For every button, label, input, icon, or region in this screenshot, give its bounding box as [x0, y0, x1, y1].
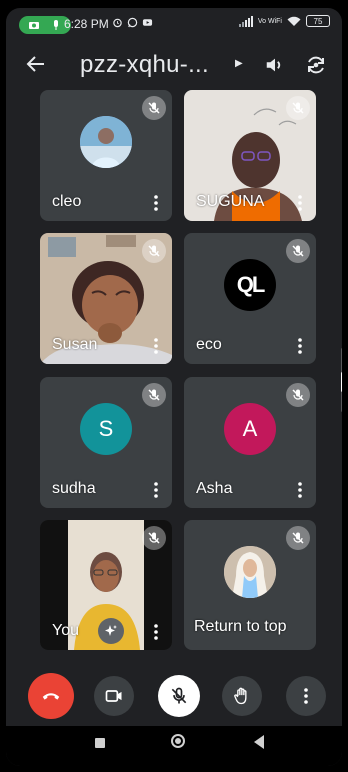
call-controls [6, 666, 342, 722]
raise-hand-button[interactable] [222, 676, 262, 716]
participant-tile[interactable]: Susan [40, 233, 172, 364]
more-vert-icon[interactable] [154, 338, 158, 354]
muted-mic-icon [142, 383, 166, 407]
participant-tile[interactable]: A Asha [184, 377, 316, 508]
avatar-letter: S [98, 416, 114, 441]
more-vert-icon[interactable] [298, 338, 302, 354]
home-icon[interactable] [171, 734, 185, 748]
battery-indicator: 75 [306, 15, 330, 27]
more-vert-icon[interactable] [154, 624, 158, 640]
participant-photo-avatar [80, 116, 132, 168]
participant-name: Susan [52, 336, 98, 353]
participant-letter-avatar: S [80, 403, 132, 455]
participant-letter-avatar: A [224, 403, 276, 455]
muted-mic-icon [142, 526, 166, 550]
participant-logo-avatar: QL [224, 259, 276, 311]
sparkle-icon [105, 625, 117, 636]
meeting-header: pzz-xqhu-... ▶ [6, 44, 342, 84]
more-vert-icon[interactable] [298, 195, 302, 211]
back-icon[interactable] [254, 735, 264, 749]
muted-mic-icon [142, 239, 166, 263]
meeting-code[interactable]: pzz-xqhu-... [80, 51, 209, 79]
mic-off-icon [171, 687, 187, 704]
alarm-icon [113, 18, 122, 28]
muted-mic-icon [286, 383, 310, 407]
whatsapp-icon [127, 17, 138, 28]
end-call-button[interactable] [28, 673, 74, 719]
effects-button[interactable] [98, 618, 124, 644]
participant-tile[interactable]: cleo [40, 90, 172, 221]
more-vert-icon[interactable] [298, 482, 302, 498]
participant-name: eco [196, 336, 222, 353]
muted-mic-icon [286, 239, 310, 263]
youtube-icon [142, 19, 153, 26]
participant-tile[interactable]: SUGUNA [184, 90, 316, 221]
chevron-right-icon[interactable]: ▶ [235, 58, 243, 69]
raise-hand-icon [234, 687, 247, 705]
video-camera-icon [105, 690, 122, 702]
return-to-top-button[interactable]: Return to top [194, 618, 287, 636]
avatar-letter: A [242, 416, 258, 441]
muted-mic-icon [286, 526, 310, 550]
vowifi-label: Vo WiFi [257, 17, 282, 25]
participant-name: cleo [52, 193, 82, 210]
participant-tile[interactable]: Return to top [184, 520, 316, 650]
participant-tile[interactable]: S sudha [40, 377, 172, 508]
participant-photo-avatar [224, 546, 276, 598]
status-time: 6:28 PM [64, 17, 109, 31]
signal-icon [238, 15, 253, 27]
participant-name: SUGUNA [196, 193, 265, 210]
recents-icon[interactable] [95, 738, 105, 748]
scrollbar[interactable] [341, 348, 342, 412]
microphone-toggle-button[interactable] [158, 675, 200, 717]
self-view-tile[interactable]: You [40, 520, 172, 650]
meet-screen: 6:28 PM Vo WiFi 75 pzz-xqhu-... ▶ cleo S… [6, 8, 342, 766]
mic-icon [54, 20, 58, 30]
more-options-button[interactable] [286, 676, 326, 716]
more-vert-icon [304, 688, 308, 704]
participant-tile[interactable]: QL eco [184, 233, 316, 364]
more-vert-icon[interactable] [154, 195, 158, 211]
participant-name: sudha [52, 480, 96, 497]
speaker-icon[interactable] [264, 54, 286, 76]
hang-up-icon [42, 693, 60, 700]
scrollbar-thumb[interactable] [341, 372, 342, 392]
switch-camera-icon[interactable] [304, 53, 328, 77]
more-vert-icon[interactable] [154, 482, 158, 498]
wifi-icon [287, 16, 301, 26]
muted-mic-icon [286, 96, 310, 120]
camera-icon [29, 22, 39, 29]
logo-text: QL [236, 272, 266, 297]
participant-name: Asha [196, 480, 233, 497]
camera-toggle-button[interactable] [94, 676, 134, 716]
participant-name: You [52, 622, 79, 639]
back-arrow-icon[interactable] [24, 52, 48, 76]
navigation-bar [6, 726, 342, 766]
status-bar: 6:28 PM Vo WiFi 75 [6, 8, 342, 38]
muted-mic-icon [142, 96, 166, 120]
